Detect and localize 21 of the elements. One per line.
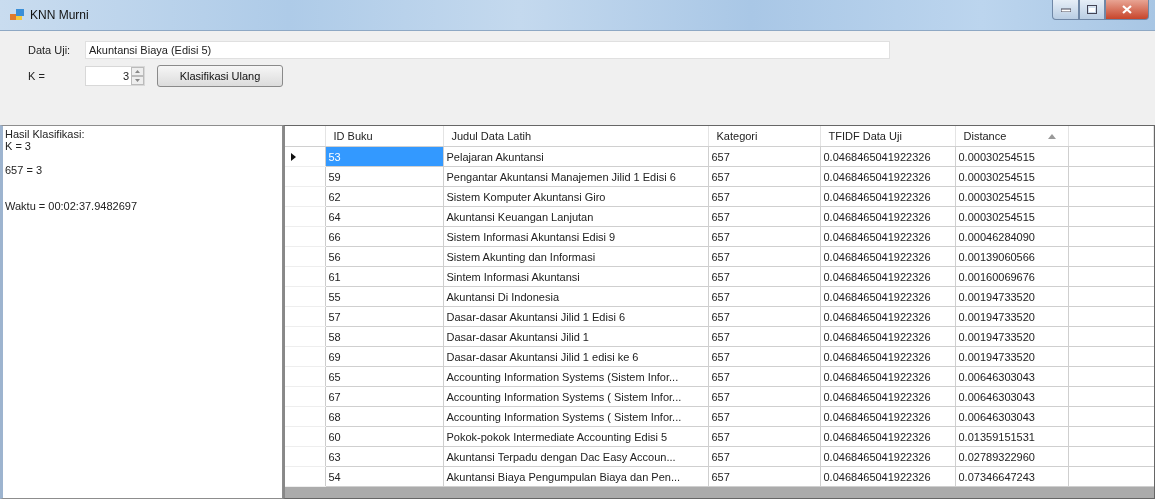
maximize-button[interactable] [1079,0,1105,20]
klasifikasi-ulang-button[interactable]: Klasifikasi Ulang [157,65,283,87]
k-spinner[interactable]: 3 [85,66,145,86]
data-uji-label: Data Uji: [28,44,72,56]
app-icon [10,9,24,21]
k-label: K = [28,70,46,82]
column-header[interactable]: TFIDF Data Uji [820,126,955,147]
data-uji-field[interactable]: Akuntansi Biaya (Edisi 5) [85,41,890,59]
column-header[interactable]: ID Buku [325,126,443,147]
maximize-icon [1087,5,1097,14]
minimize-icon [1060,7,1071,12]
spinner-arrows-icon[interactable] [131,67,144,85]
k-field[interactable]: 3 [86,67,131,85]
column-header[interactable]: Kategori [708,126,820,147]
column-header[interactable]: Distance [955,126,1068,147]
close-button[interactable] [1105,0,1149,20]
window-title: KNN Murni [30,8,90,22]
current-row-icon [291,152,296,161]
close-icon [1122,5,1132,14]
column-header[interactable]: Judul Data Latih [443,126,708,147]
result-textbox[interactable]: Hasil Klasifikasi: K = 3 657 = 3 Waktu = 00:02:37.9482697 [0,125,283,499]
